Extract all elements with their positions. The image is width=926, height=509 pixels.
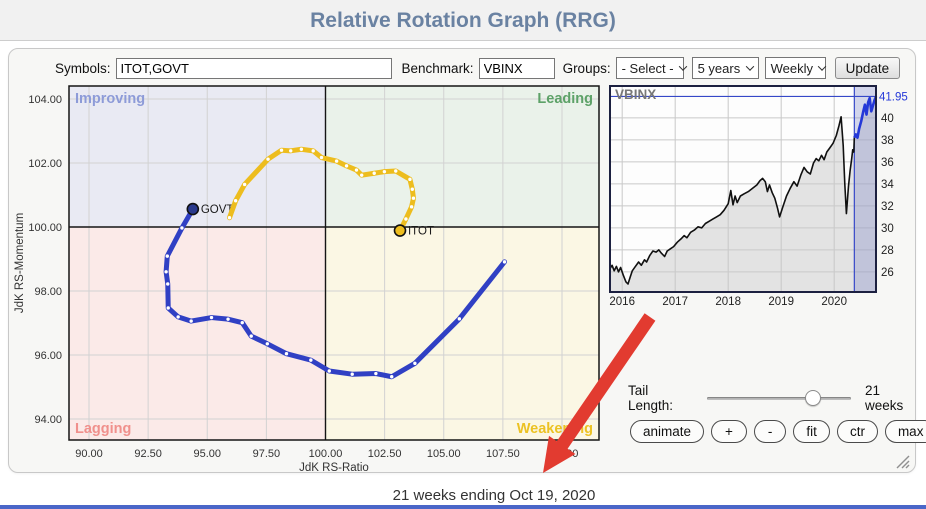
itot-marker[interactable]	[394, 225, 405, 236]
price-tick-label: 32	[881, 201, 894, 213]
year-tick-label: 2020	[821, 296, 847, 308]
tail-length-control: Tail Length: 21 weeks	[628, 385, 920, 411]
rrg-button-plus[interactable]: +	[711, 420, 747, 443]
slider-track[interactable]	[707, 397, 852, 400]
y-tick-label: 94.00	[34, 414, 62, 426]
resize-handle-icon[interactable]	[894, 453, 910, 469]
year-tick-label: 2018	[715, 296, 741, 308]
y-tick-label: 104.00	[28, 94, 62, 106]
price-tick-label: 28	[881, 245, 894, 257]
x-tick-label: 102.50	[368, 448, 402, 460]
rrg-chart: Improving Leading Lagging Weakening 90.00 92.…	[9, 81, 621, 473]
bottom-accent-bar	[0, 505, 926, 509]
period-select[interactable]: 5 years	[692, 57, 759, 79]
slider-knob[interactable]	[805, 390, 821, 406]
benchmark-label: Benchmark:	[402, 61, 474, 76]
symbols-input[interactable]	[116, 58, 392, 79]
update-button[interactable]: Update	[835, 57, 901, 79]
benchmark-chart-title: VBINX	[615, 87, 656, 102]
chevron-down-icon	[678, 62, 686, 70]
year-tick-label: 2019	[768, 296, 794, 308]
tail-length-label: Tail Length:	[628, 383, 695, 413]
x-tick-label: 97.50	[253, 448, 281, 460]
rrg-buttons: animate +-fitctrmax	[630, 420, 926, 443]
tail-length-slider[interactable]	[707, 389, 852, 407]
year-tick-label: 2017	[662, 296, 688, 308]
price-tick-label: 26	[881, 267, 894, 279]
weakening-quadrant-label: Weakening	[517, 421, 593, 437]
groups-label: Groups:	[563, 61, 611, 76]
toolbar: Symbols: Benchmark: Groups: - Select - 5…	[55, 56, 900, 80]
page-title: Relative Rotation Graph (RRG)	[0, 0, 926, 41]
y-tick-label: 98.00	[34, 286, 62, 298]
price-tick-label: 34	[881, 179, 894, 191]
last-value-label: 41.95	[879, 91, 908, 103]
y-tick-label: 100.00	[28, 222, 62, 234]
frequency-select[interactable]: Weekly	[765, 57, 826, 79]
frequency-select-value: Weekly	[771, 61, 813, 76]
lagging-quadrant	[69, 227, 326, 440]
rrg-button-minus[interactable]: -	[754, 420, 787, 443]
lagging-quadrant-label: Lagging	[75, 421, 131, 437]
chevron-down-icon	[818, 62, 826, 70]
footer-caption: 21 weeks ending Oct 19, 2020	[0, 487, 926, 504]
tail-length-value: 21 weeks	[865, 383, 920, 413]
leading-quadrant	[326, 86, 600, 227]
itot-marker-label: ITOT	[408, 226, 434, 238]
symbols-label: Symbols:	[55, 61, 111, 76]
chevron-down-icon	[745, 62, 753, 70]
rrg-button-animate[interactable]: animate	[630, 420, 704, 443]
x-tick-label: 110.00	[546, 448, 579, 460]
period-select-value: 5 years	[698, 61, 741, 76]
rrg-app: Relative Rotation Graph (RRG) Symbols: B…	[0, 0, 926, 509]
x-tick-label: 95.00	[193, 448, 221, 460]
govt-marker[interactable]	[187, 204, 198, 215]
benchmark-chart: VBINX 2016 2017 2018 2019 2020 26 28 30 32 34 36 38 4…	[601, 81, 917, 313]
y-axis-title: JdK RS-Momentum	[14, 213, 26, 313]
year-tick-label: 2016	[609, 296, 635, 308]
x-tick-label: 107.50	[486, 448, 520, 460]
y-tick-label: 102.00	[28, 158, 62, 170]
price-tick-label: 40	[881, 113, 894, 125]
x-tick-label: 105.00	[427, 448, 461, 460]
rrg-button-fit[interactable]: fit	[793, 420, 830, 443]
main-panel: Symbols: Benchmark: Groups: - Select - 5…	[8, 48, 916, 473]
price-tick-label: 30	[881, 223, 894, 235]
rrg-button-ctr[interactable]: ctr	[837, 420, 878, 443]
groups-select-value: - Select -	[622, 61, 674, 76]
tail-period-highlight	[854, 86, 876, 292]
x-axis-title: JdK RS-Ratio	[299, 462, 369, 473]
benchmark-input[interactable]	[479, 58, 555, 79]
x-tick-label: 100.00	[309, 448, 343, 460]
groups-select[interactable]: - Select -	[616, 57, 684, 79]
leading-quadrant-label: Leading	[537, 91, 593, 107]
y-tick-label: 96.00	[34, 350, 62, 362]
app-header: Relative Rotation Graph (RRG)	[0, 0, 926, 41]
improving-quadrant-label: Improving	[75, 91, 145, 107]
price-tick-label: 36	[881, 157, 894, 169]
price-tick-label: 38	[881, 135, 894, 147]
x-tick-label: 92.50	[134, 448, 162, 460]
x-tick-label: 90.00	[75, 448, 103, 460]
rrg-button-max[interactable]: max	[885, 420, 926, 443]
weakening-quadrant	[326, 227, 600, 440]
